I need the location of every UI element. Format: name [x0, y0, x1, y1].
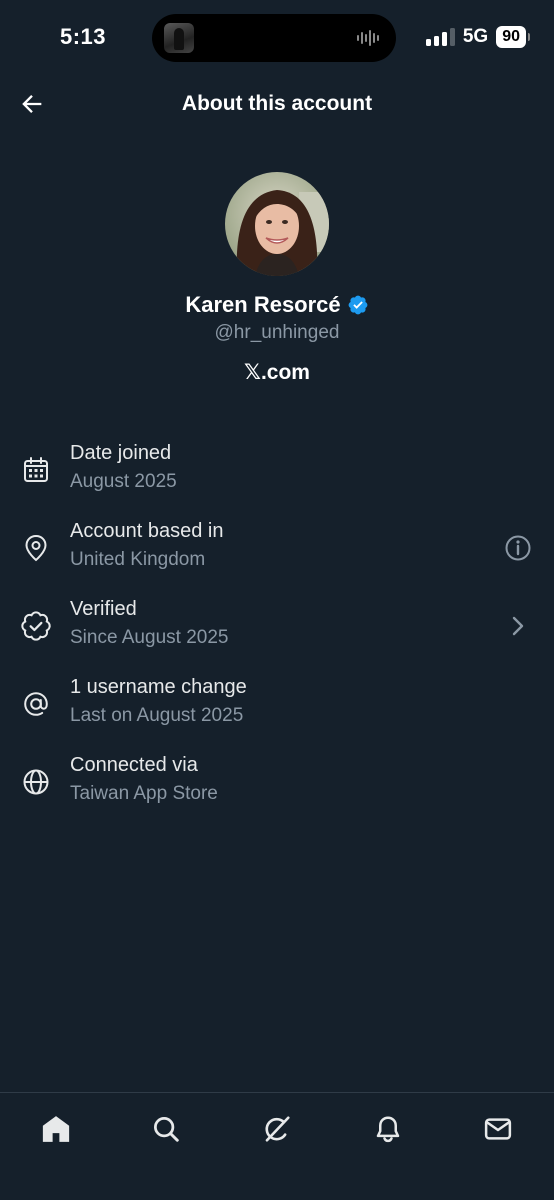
- now-playing-thumbnail: [164, 23, 194, 53]
- page-title: About this account: [181, 92, 373, 115]
- info-subtitle: Last on August 2025: [70, 705, 244, 726]
- messages-icon: [484, 1118, 512, 1140]
- verified-badge-icon: [348, 295, 368, 315]
- info-subtitle: Since August 2025: [70, 627, 229, 648]
- display-name-row: Karen Resorcé: [0, 292, 554, 318]
- status-indicators: 5G 90: [425, 26, 530, 48]
- nav-grok-button[interactable]: [255, 1107, 299, 1151]
- account-info-list: Date joined August 2025 Account based in…: [0, 432, 554, 822]
- dynamic-island[interactable]: [152, 14, 396, 62]
- site-suffix: .com: [260, 360, 310, 384]
- header: About this account: [0, 76, 554, 132]
- battery-indicator: 90: [496, 26, 530, 48]
- info-title: Verified: [70, 598, 137, 620]
- home-icon: [42, 1116, 70, 1142]
- info-item-date-joined: Date joined August 2025: [0, 432, 554, 510]
- nav-notifications-button[interactable]: [366, 1107, 410, 1151]
- username-handle: @hr_unhinged: [214, 322, 340, 343]
- site-label: 𝕏 .com: [0, 360, 554, 385]
- about-account-screen: 5:13 5G 90 About this account Karen Reso…: [0, 0, 554, 1200]
- cellular-signal-icon: [425, 28, 455, 46]
- notifications-icon: [376, 1116, 400, 1143]
- status-bar: 5:13 5G 90: [0, 0, 554, 76]
- info-item-account-location: Account based in United Kingdom: [0, 510, 554, 588]
- status-time: 5:13: [60, 24, 107, 49]
- at-sign-icon: [24, 692, 48, 716]
- avatar[interactable]: [225, 172, 329, 276]
- info-subtitle: United Kingdom: [70, 549, 206, 570]
- info-item-username-change: 1 username change Last on August 2025: [0, 666, 554, 744]
- location-pin-icon: [25, 534, 47, 562]
- info-subtitle: August 2025: [70, 471, 177, 492]
- avatar-image: [225, 172, 329, 276]
- info-title: Date joined: [70, 442, 172, 464]
- chevron-right-icon[interactable]: [502, 610, 534, 642]
- calendar-icon: [24, 457, 48, 482]
- globe-icon: [23, 769, 49, 795]
- bottom-navigation: [0, 1092, 554, 1200]
- display-name: Karen Resorcé: [185, 292, 341, 317]
- nav-messages-button[interactable]: [476, 1107, 520, 1151]
- nav-search-button[interactable]: [144, 1107, 188, 1151]
- info-title: Connected via: [70, 754, 198, 776]
- verified-outline-icon: [21, 611, 51, 641]
- info-title: Account based in: [70, 520, 224, 542]
- grok-icon: [265, 1116, 290, 1142]
- info-item-verified[interactable]: Verified Since August 2025: [0, 588, 554, 666]
- network-type: 5G: [462, 26, 489, 47]
- info-icon[interactable]: [502, 532, 534, 564]
- info-subtitle: Taiwan App Store: [70, 783, 218, 804]
- x-logo: 𝕏: [244, 361, 261, 384]
- info-item-connected-via: Connected via Taiwan App Store: [0, 744, 554, 822]
- search-icon: [154, 1117, 179, 1142]
- audio-waveform-icon: [357, 30, 379, 46]
- info-title: 1 username change: [70, 676, 247, 698]
- nav-home-button[interactable]: [34, 1107, 78, 1151]
